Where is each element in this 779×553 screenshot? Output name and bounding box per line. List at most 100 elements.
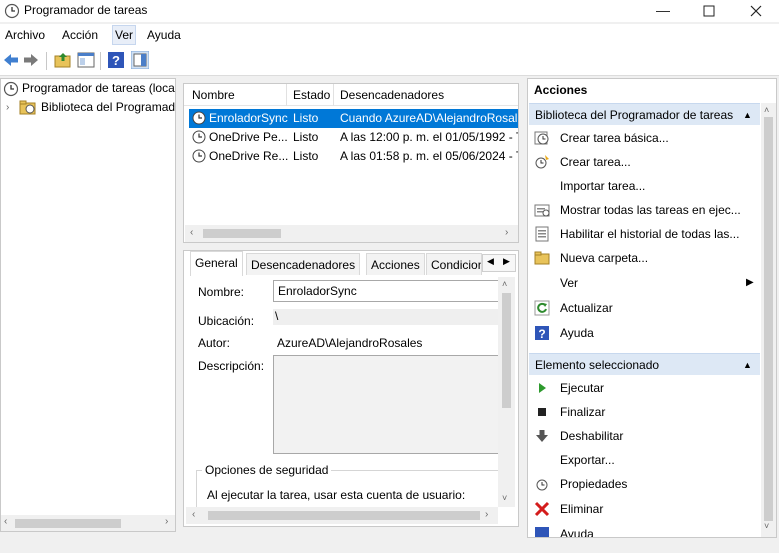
task-name: OneDrive Pe...	[209, 130, 288, 144]
column-header-desencadenadores[interactable]: Desencadenadores	[334, 84, 518, 106]
tree-horizontal-scrollbar[interactable]: ‹ ›	[1, 515, 175, 531]
scroll-down-icon[interactable]: ˅	[502, 493, 507, 503]
new-folder-icon	[534, 251, 550, 265]
menu-accion[interactable]: Acción	[62, 28, 98, 42]
action-actualizar[interactable]: Actualizar	[560, 296, 613, 320]
description-field[interactable]	[273, 355, 498, 454]
scroll-left-icon[interactable]: ‹	[190, 227, 193, 238]
column-header-nombre[interactable]: Nombre	[186, 84, 287, 106]
action-ayuda-seleccionado[interactable]: Ayuda	[560, 522, 594, 537]
tab-general[interactable]: General	[190, 251, 243, 276]
show-hide-tree-icon[interactable]	[77, 51, 95, 69]
minimize-button[interactable]: —	[640, 0, 686, 22]
table-row[interactable]: OneDrive Pe... Listo A las 12:00 p. m. e…	[189, 128, 518, 147]
action-finalizar[interactable]: Finalizar	[560, 400, 605, 424]
actions-vertical-scrollbar[interactable]: ˄ ˅	[761, 103, 776, 537]
section-selected-header[interactable]: Elemento seleccionado ▲	[529, 353, 760, 375]
action-exportar[interactable]: Exportar...	[560, 448, 615, 472]
tab-desencadenadores[interactable]: Desencadenadores	[246, 253, 361, 275]
run-icon	[539, 383, 546, 393]
scroll-up-icon[interactable]: ˄	[502, 279, 507, 289]
table-row[interactable]: OneDrive Re... Listo A las 01:58 p. m. e…	[189, 147, 518, 166]
help-icon	[535, 527, 549, 537]
scroll-thumb[interactable]	[764, 117, 773, 521]
scroll-down-icon[interactable]: ˅	[764, 521, 769, 531]
toolbar: ?	[0, 46, 779, 76]
delete-x-icon	[534, 501, 550, 517]
scroll-thumb[interactable]	[208, 511, 480, 520]
table-row[interactable]: EnroladorSync Listo Cuando AzureAD\Aleja…	[189, 109, 518, 128]
folder-up-icon[interactable]	[54, 51, 72, 69]
tab-scroll-left-icon[interactable]: ◀	[487, 256, 494, 267]
section-selected-label: Elemento seleccionado	[535, 358, 660, 372]
action-habilitar-historial[interactable]: Habilitar el historial de todas las...	[560, 222, 739, 246]
library-actions-list: Crear tarea básica... Crear tarea... Imp…	[528, 126, 762, 356]
task-name: EnroladorSync	[209, 111, 288, 125]
task-list-horizontal-scrollbar[interactable]: ‹ ›	[185, 225, 518, 242]
action-ejecutar[interactable]: Ejecutar	[560, 376, 604, 400]
forward-arrow-icon[interactable]	[22, 51, 40, 69]
chevron-right-icon[interactable]: ›	[6, 98, 9, 117]
location-value: \	[275, 309, 279, 323]
help-icon: ?	[535, 326, 549, 341]
task-status: Listo	[293, 130, 319, 144]
properties-clock-icon	[536, 479, 548, 491]
title-bar: Programador de tareas —	[0, 0, 779, 22]
task-list-header: Nombre Estado Desencadenadores	[184, 84, 518, 106]
action-crear-tarea-basica[interactable]: Crear tarea básica...	[560, 126, 669, 150]
scroll-right-icon[interactable]: ›	[485, 509, 488, 520]
collapse-up-icon[interactable]: ▲	[743, 354, 752, 376]
action-mostrar-tareas-ejecucion[interactable]: Mostrar todas las tareas en ejec...	[560, 198, 741, 222]
action-propiedades[interactable]: Propiedades	[560, 472, 627, 496]
action-ayuda[interactable]: Ayuda	[560, 321, 594, 345]
close-button[interactable]	[733, 0, 779, 22]
action-deshabilitar[interactable]: Deshabilitar	[560, 424, 623, 448]
back-arrow-icon[interactable]	[2, 51, 20, 69]
tab-scroll-buttons: ◀ ▶	[482, 254, 516, 272]
history-icon	[535, 226, 549, 242]
maximize-button[interactable]	[686, 0, 732, 22]
scroll-left-icon[interactable]: ‹	[4, 516, 7, 527]
scroll-left-icon[interactable]: ‹	[192, 509, 195, 520]
scroll-right-icon[interactable]: ›	[505, 227, 508, 238]
submenu-arrow-icon: ▶	[746, 277, 754, 288]
tree-root-label: Programador de tareas (local)	[22, 81, 175, 95]
scroll-thumb[interactable]	[502, 293, 511, 408]
task-status: Listo	[293, 149, 319, 163]
action-nueva-carpeta[interactable]: Nueva carpeta...	[560, 246, 648, 270]
scroll-thumb[interactable]	[203, 229, 281, 238]
description-label: Descripción:	[198, 359, 265, 373]
refresh-icon	[534, 300, 550, 316]
section-library-header[interactable]: Biblioteca del Programador de tareas ▲	[529, 103, 760, 125]
help-icon[interactable]: ?	[107, 51, 125, 69]
tab-scroll-right-icon[interactable]: ▶	[503, 256, 510, 267]
action-crear-tarea[interactable]: Crear tarea...	[560, 150, 631, 174]
scroll-right-icon[interactable]: ›	[165, 516, 168, 527]
action-ver[interactable]: Ver	[560, 271, 578, 295]
show-action-pane-icon[interactable]	[131, 51, 149, 69]
menu-archivo[interactable]: Archivo	[5, 28, 45, 42]
clock-icon	[3, 81, 19, 97]
tree-item-root[interactable]: Programador de tareas (local)	[1, 79, 175, 98]
running-tasks-icon	[534, 204, 550, 217]
menu-bar: Archivo Acción Ver Ayuda	[0, 24, 779, 46]
tab-condiciones[interactable]: Condiciones	[426, 253, 482, 275]
toolbar-separator	[46, 52, 47, 70]
name-field[interactable]: EnroladorSync	[273, 280, 498, 302]
window-title: Programador de tareas	[24, 3, 148, 17]
action-eliminar[interactable]: Eliminar	[560, 497, 603, 521]
tab-acciones[interactable]: Acciones	[366, 253, 425, 275]
details-vertical-scrollbar[interactable]: ˄ ˅	[498, 277, 515, 507]
action-importar-tarea[interactable]: Importar tarea...	[560, 174, 645, 198]
collapse-up-icon[interactable]: ▲	[743, 104, 752, 126]
menu-ver[interactable]: Ver	[111, 25, 137, 45]
scroll-thumb[interactable]	[15, 519, 121, 528]
tree-item-library[interactable]: › Biblioteca del Programador de tareas	[1, 98, 175, 117]
column-header-estado[interactable]: Estado	[287, 84, 334, 106]
menu-ayuda[interactable]: Ayuda	[147, 28, 181, 42]
details-horizontal-scrollbar[interactable]: ‹ ›	[186, 507, 498, 524]
details-pane: General Desencadenadores Acciones Condic…	[183, 250, 519, 527]
task-clock-icon	[192, 111, 206, 125]
folder-clock-icon	[19, 100, 36, 115]
scroll-up-icon[interactable]: ˄	[764, 105, 769, 115]
